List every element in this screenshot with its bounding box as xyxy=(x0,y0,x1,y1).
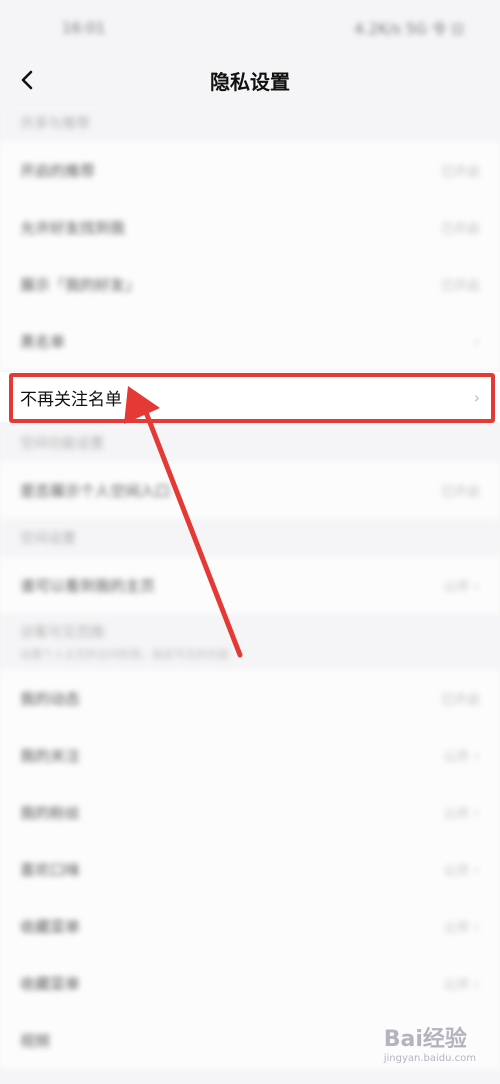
row-label: 开启的推荐 xyxy=(20,162,96,180)
row-label: 允许好友找到我 xyxy=(20,219,126,237)
row-label: 收藏菜单 xyxy=(20,918,81,936)
row-value: 已开启 xyxy=(440,693,480,708)
chevron-right-icon: › xyxy=(473,917,480,936)
row-value: 已开启 xyxy=(440,222,480,237)
settings-row[interactable]: 喜欢口味 公开 › xyxy=(0,841,500,898)
section-header: 访客可见范围 设置个人主页的访问权限，指定可见的内容 xyxy=(0,614,500,670)
row-label: 是否展示个人空间入口 xyxy=(20,482,171,500)
row-value: 公开 › xyxy=(443,576,480,595)
chevron-right-icon: › xyxy=(473,387,480,407)
chevron-right-icon: › xyxy=(473,974,480,993)
row-value: 已开启 xyxy=(440,485,480,500)
unfollow-list-row[interactable]: 不再关注名单 › xyxy=(0,372,500,422)
section-header: 共享与推荐 xyxy=(0,104,500,142)
watermark-logo: Bai经验 jingyan.baidu.com xyxy=(384,1021,476,1064)
status-time: 16:01 xyxy=(62,19,106,37)
row-label: 谁可以看到我的主页 xyxy=(20,577,156,595)
unfollow-list-label: 不再关注名单 xyxy=(20,389,122,410)
chevron-right-icon: › xyxy=(473,576,480,595)
settings-row[interactable]: 黑名单 › xyxy=(0,313,500,370)
settings-row[interactable]: 展示「我的好友」 已开启 xyxy=(0,256,500,313)
settings-row[interactable]: 收藏菜单 公开 › xyxy=(0,955,500,1012)
section-header: 空间设置 xyxy=(0,519,500,557)
row-label: 视频 xyxy=(20,1032,51,1050)
chevron-right-icon: › xyxy=(473,746,480,765)
settings-row[interactable]: 收藏菜单 公开 › xyxy=(0,898,500,955)
chevron-left-icon xyxy=(21,70,33,90)
section-subtitle: 设置个人主页的访问权限，指定可见的内容 xyxy=(20,648,229,661)
settings-row[interactable]: 是否展示个人空间入口 已开启 xyxy=(0,462,500,519)
row-value: 已开启 xyxy=(440,165,480,180)
chevron-right-icon: › xyxy=(473,803,480,822)
settings-row[interactable]: 我的动态 已开启 xyxy=(0,670,500,727)
row-value: 公开 › xyxy=(443,803,480,822)
row-label: 黑名单 xyxy=(20,333,66,351)
status-bar: 16:01 4.2K/s 5G 令 ⊡ xyxy=(0,0,500,56)
nav-bar: 隐私设置 xyxy=(0,56,500,104)
settings-row[interactable]: 允许好友找到我 已开启 xyxy=(0,199,500,256)
row-value: 公开 › xyxy=(443,974,480,993)
row-value: 公开 › xyxy=(443,860,480,879)
row-value: 公开 › xyxy=(443,746,480,765)
settings-row[interactable]: 谁可以看到我的主页 公开 › xyxy=(0,557,500,614)
section-title: 访客可见范围 xyxy=(20,625,104,641)
section-sharing: 共享与推荐 开启的推荐 已开启 允许好友找到我 已开启 展示「我的好友」 已开启… xyxy=(0,104,500,370)
status-indicators: 4.2K/s 5G 令 ⊡ xyxy=(354,19,464,38)
row-label: 我的关注 xyxy=(20,747,81,765)
row-value: 公开 › xyxy=(443,917,480,936)
watermark-brand: Bai经验 xyxy=(383,1027,467,1052)
watermark-url: jingyan.baidu.com xyxy=(383,1053,476,1064)
settings-row[interactable]: 我的关注 公开 › xyxy=(0,727,500,784)
section-header: 空间功能设置 xyxy=(0,424,500,462)
page-title: 隐私设置 xyxy=(210,69,290,94)
row-label: 我的动态 xyxy=(20,690,81,708)
settings-row[interactable]: 开启的推荐 已开启 xyxy=(0,142,500,199)
chevron-right-icon: › xyxy=(473,332,480,351)
row-label: 展示「我的好友」 xyxy=(20,276,141,294)
section-space-function: 空间功能设置 是否展示个人空间入口 已开启 空间设置 谁可以看到我的主页 公开 ›… xyxy=(0,424,500,1069)
row-label: 我的粉丝 xyxy=(20,804,81,822)
row-value: 已开启 xyxy=(440,279,480,294)
row-label: 喜欢口味 xyxy=(20,861,81,879)
back-button[interactable] xyxy=(14,66,42,94)
row-label: 收藏菜单 xyxy=(20,975,81,993)
settings-row[interactable]: 我的粉丝 公开 › xyxy=(0,784,500,841)
chevron-right-icon: › xyxy=(473,860,480,879)
